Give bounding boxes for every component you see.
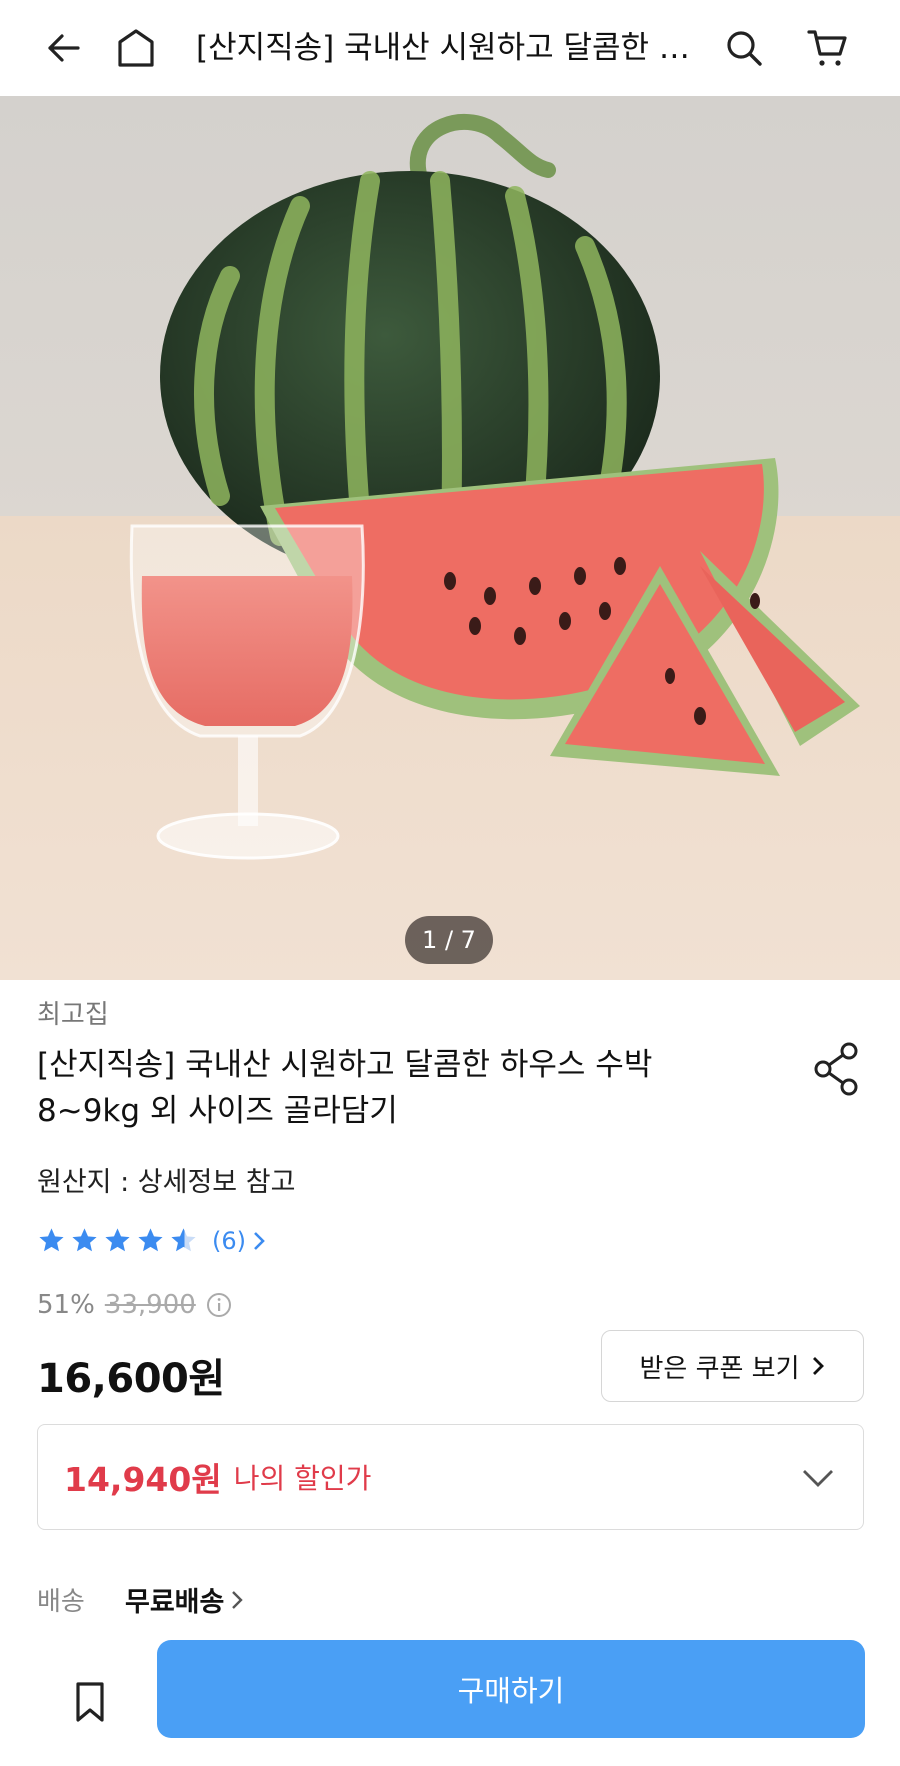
search-button[interactable]: [716, 20, 772, 76]
buy-button[interactable]: 구매하기: [157, 1640, 865, 1738]
page-title: [산지직송] 국내산 시원하고 달콤한 하우스 수박 8~9kg 외 사이즈 골…: [196, 30, 696, 66]
star-full-icon: [72, 1228, 97, 1252]
my-discount-label: 나의 할인가: [233, 1462, 372, 1495]
home-button[interactable]: [108, 20, 164, 76]
original-price: 33,900: [104, 1290, 196, 1320]
origin-info: 원산지 : 상세정보 참고: [37, 1167, 296, 1198]
coupon-button-label: 받은 쿠폰 보기: [639, 1353, 800, 1384]
cart-icon: [807, 30, 847, 66]
discount-row: 51% 33,900: [37, 1290, 232, 1320]
chevron-right-icon: [812, 1357, 824, 1375]
discount-rate: 51%: [37, 1290, 95, 1320]
info-icon[interactable]: [206, 1292, 232, 1318]
image-pager: 1 / 7: [405, 916, 493, 964]
bookmark-icon: [76, 1682, 104, 1722]
product-image-carousel[interactable]: [0, 96, 900, 980]
my-discount-price-dropdown[interactable]: 14,940원 나의 할인가: [37, 1424, 864, 1530]
chevron-right-icon: [254, 1231, 265, 1250]
star-half-icon: [171, 1228, 196, 1252]
sale-price: 16,600원: [37, 1356, 225, 1402]
star-full-icon: [138, 1228, 163, 1252]
chevron-right-icon: [232, 1590, 244, 1609]
shipping-value-link[interactable]: 무료배송: [125, 1580, 244, 1619]
shipping-label: 배송: [37, 1587, 85, 1617]
product-title: [산지직송] 국내산 시원하고 달콤한 하우스 수박 8~9kg 외 사이즈 골…: [37, 1047, 653, 1129]
chevron-down-icon: [803, 1470, 833, 1487]
seller-name[interactable]: 최고집: [37, 994, 109, 1031]
coupon-button[interactable]: 받은 쿠폰 보기: [601, 1330, 864, 1402]
rating-summary[interactable]: (6): [37, 1226, 268, 1255]
cart-button[interactable]: [800, 20, 856, 76]
star-full-icon: [39, 1228, 64, 1252]
product-image: [0, 96, 900, 980]
bottom-action-bar: 구매하기: [0, 1640, 900, 1766]
star-full-icon: [105, 1228, 130, 1252]
back-button[interactable]: [36, 20, 92, 76]
home-icon: [118, 29, 154, 67]
top-bar: [산지직송] 국내산 시원하고 달콤한 하우스 수박 8~9kg 외 사이즈 골…: [0, 0, 900, 96]
share-icon: [814, 1042, 858, 1096]
review-count: (6): [212, 1226, 246, 1255]
arrow-left-icon: [48, 34, 80, 62]
shipping-row: 배송 무료배송: [37, 1580, 244, 1619]
shipping-value: 무료배송: [125, 1587, 225, 1618]
bookmark-button[interactable]: [58, 1670, 122, 1734]
my-discount-price: 14,940원: [64, 1460, 222, 1499]
share-button[interactable]: [806, 1038, 868, 1100]
search-icon: [727, 31, 762, 66]
